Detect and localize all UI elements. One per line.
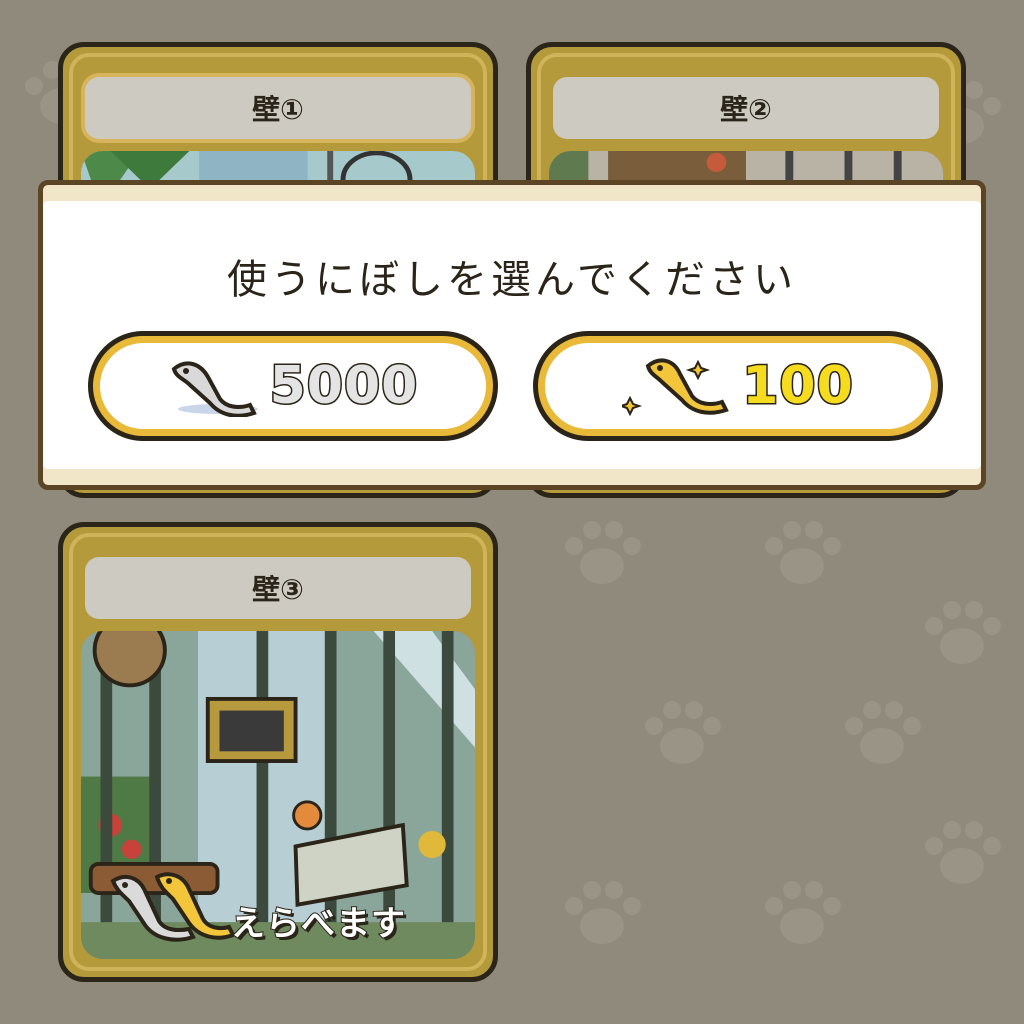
pay-gold-niboshi-button[interactable]: 100 — [533, 331, 943, 441]
button-face: 5000 — [100, 343, 486, 429]
card-title: 壁③ — [85, 557, 471, 619]
paw-print-icon — [925, 601, 1001, 664]
pay-silver-niboshi-button[interactable]: 5000 — [88, 331, 498, 441]
paw-print-icon — [645, 701, 721, 764]
silver-fish-icon — [171, 361, 258, 417]
wall-card-3[interactable]: 壁③ えらべます — [58, 522, 498, 982]
paw-print-icon — [925, 821, 1001, 884]
choosable-badge: えらべます — [105, 867, 406, 949]
button-face: 100 — [545, 343, 931, 429]
choosable-label: えらべます — [230, 903, 406, 945]
paw-print-icon — [765, 521, 841, 584]
select-niboshi-dialog: 使うにぼしを選んでください 5000 100 — [38, 180, 986, 490]
paw-print-icon — [565, 521, 641, 584]
silver-and-gold-fish-icon — [110, 872, 235, 942]
gold-niboshi-amount: 100 — [741, 355, 855, 418]
silver-niboshi-amount: 5000 — [268, 355, 419, 418]
gold-fish-icon — [622, 358, 730, 417]
dialog-title: 使うにぼしを選んでください — [227, 257, 797, 303]
paw-print-icon — [765, 881, 841, 944]
paw-print-icon — [845, 701, 921, 764]
card-title: 壁① — [85, 77, 471, 139]
card-title: 壁② — [553, 77, 939, 139]
paw-print-icon — [565, 881, 641, 944]
